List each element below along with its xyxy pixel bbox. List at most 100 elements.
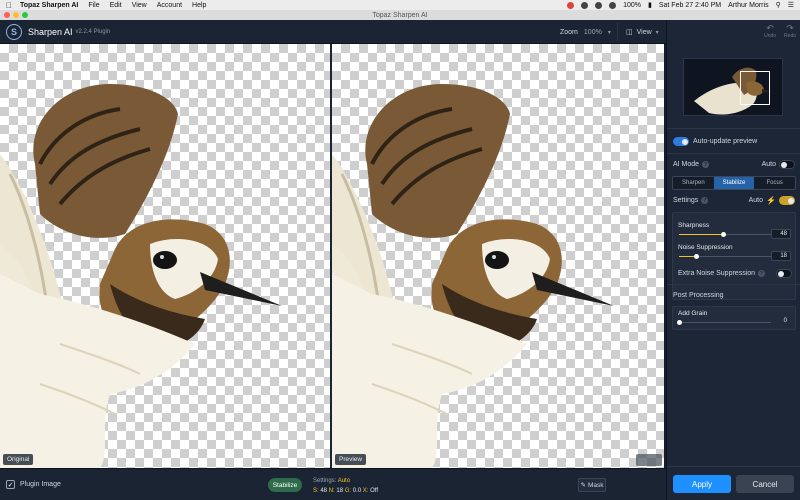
mode-badge: Stabilize [268, 478, 302, 492]
zoom-window-icon[interactable] [22, 12, 28, 18]
close-window-icon[interactable] [4, 12, 10, 18]
status-app-icon[interactable] [567, 1, 575, 9]
tab-focus[interactable]: Focus [754, 177, 795, 189]
cancel-button[interactable]: Cancel [736, 475, 794, 493]
menu-edit[interactable]: Edit [110, 2, 122, 9]
menu-app-name[interactable]: Topaz Sharpen AI [20, 2, 78, 9]
redo-button[interactable]: ↷ Redo [784, 23, 796, 40]
sharpness-label: Sharpness [678, 222, 710, 229]
divider [667, 466, 800, 467]
preview-label: Preview [335, 454, 367, 465]
ai-mode-label: AI Mode [673, 161, 700, 168]
noise-suppression-knob[interactable] [693, 254, 699, 259]
ai-mode-tabs: Sharpen Stabilize Focus [672, 176, 796, 190]
add-grain-knob[interactable] [677, 320, 682, 325]
menubar-datetime[interactable]: Sat Feb 27 2:40 PM [659, 2, 721, 9]
help-icon[interactable]: ? [702, 161, 710, 168]
auto-update-label: Auto-update preview [693, 138, 758, 145]
window-title: Topaz Sharpen AI [372, 11, 428, 19]
view-control[interactable]: ◫ View ▾ [626, 23, 659, 41]
view-label: View [636, 28, 652, 36]
menu-view[interactable]: View [132, 2, 147, 9]
mask-button[interactable]: ✎ Mask [578, 478, 606, 492]
compare-toggle[interactable] [636, 454, 662, 466]
zoom-value[interactable]: 100% [584, 29, 602, 36]
undo-button[interactable]: ↶ Undo [764, 24, 777, 40]
app-header: S Sharpen AI v2.2.4 Plugin Zoom 100% ▾ ◫… [0, 20, 666, 44]
help-icon[interactable]: ? [701, 197, 709, 204]
post-processing-row: Post Processing [673, 292, 795, 299]
status-wifi-icon[interactable] [609, 1, 617, 9]
battery-percent: 100% [623, 1, 641, 9]
menu-help[interactable]: Help [192, 2, 206, 9]
apple-icon[interactable]:  [6, 1, 12, 10]
status-sync-icon[interactable] [595, 1, 603, 9]
sharpness-knob[interactable] [721, 232, 727, 237]
app-version: v2.2.4 Plugin [75, 28, 111, 35]
divider [667, 284, 800, 285]
spotlight-icon[interactable]: ⚲ [776, 1, 781, 9]
ai-mode-auto-toggle[interactable] [779, 160, 795, 169]
add-grain-value[interactable]: 0 [784, 318, 787, 324]
apply-button[interactable]: Apply [673, 475, 731, 493]
noise-suppression-value[interactable]: 18 [771, 251, 791, 261]
sharpness-value[interactable]: 48 [771, 229, 791, 239]
settings-card: Sharpness 48 Noise Suppression 18 Extra … [672, 212, 796, 300]
settings-summary: Settings: Auto S: 48 N: 18 G: 0.0 X: Off [313, 476, 378, 496]
navigator-thumbnail[interactable] [683, 58, 783, 116]
extra-noise-toggle[interactable] [776, 269, 792, 278]
ai-mode-row: AI Mode ? Auto [673, 160, 795, 169]
s-label: S: [313, 488, 319, 494]
navigator-viewport[interactable] [740, 71, 770, 105]
window-titlebar: Topaz Sharpen AI [0, 10, 800, 20]
g-value: 0.0 [352, 488, 362, 494]
g-label: G: [344, 488, 352, 494]
control-center-icon[interactable]: ☰ [788, 1, 794, 9]
sharpness-fill [679, 234, 724, 235]
lightning-icon: ⚡ [766, 196, 776, 205]
preview-image-pane[interactable]: Preview [332, 44, 664, 468]
macos-menubar:  Topaz Sharpen AI File Edit View Accoun… [0, 0, 800, 10]
chevron-down-icon[interactable]: ▾ [656, 29, 659, 36]
zoom-label: Zoom [560, 28, 578, 36]
app-name: Sharpen AI [28, 26, 73, 37]
undo-label: Undo [764, 33, 777, 39]
settings-panel: ↶ Undo ↷ Redo Auto-update preview AI Mode … [666, 20, 800, 500]
original-image-pane[interactable]: Original [0, 44, 330, 468]
noise-suppression-slider[interactable] [679, 254, 771, 259]
plugin-image-checkbox[interactable]: ✓ [6, 480, 15, 489]
settings-row: Settings ? Auto ⚡ [673, 196, 795, 205]
settings-summary-label: Settings: [313, 478, 337, 484]
redo-icon: ↷ [786, 23, 794, 33]
post-processing-card: Add Grain 0 [672, 306, 796, 330]
menu-account[interactable]: Account [157, 2, 182, 9]
status-creative-cloud-icon[interactable] [581, 1, 589, 9]
extra-noise-label: Extra Noise Suppression [678, 270, 756, 277]
split-view-icon: ◫ [626, 29, 633, 36]
chevron-down-icon[interactable]: ▾ [608, 29, 611, 36]
battery-icon[interactable]: ▮ [648, 1, 652, 9]
settings-summary-value: Auto [337, 478, 351, 484]
original-bird-image [0, 82, 284, 468]
tab-stabilize[interactable]: Stabilize [713, 177, 755, 189]
settings-auto-label: Auto [748, 197, 764, 204]
menu-file[interactable]: File [88, 2, 99, 9]
add-grain-slider[interactable] [677, 320, 771, 325]
help-icon[interactable]: ? [758, 270, 766, 277]
settings-label: Settings [673, 197, 699, 204]
mask-button-label: Mask [587, 481, 604, 489]
tab-sharpen[interactable]: Sharpen [673, 177, 714, 189]
ai-mode-auto-label: Auto [761, 161, 776, 168]
sharpness-slider[interactable] [679, 232, 771, 237]
minimize-window-icon[interactable] [13, 12, 19, 18]
auto-update-toggle[interactable] [673, 137, 689, 146]
n-value: 18 [336, 488, 344, 494]
x-label: X: [362, 488, 369, 494]
auto-update-row: Auto-update preview [673, 137, 795, 146]
redo-label: Redo [784, 33, 796, 39]
menubar-user[interactable]: Arthur Morris [728, 2, 768, 9]
x-value: Off [370, 488, 379, 494]
zoom-control[interactable]: Zoom 100% ▾ [560, 23, 618, 41]
settings-auto-toggle[interactable] [779, 196, 795, 205]
plugin-image-label: Plugin Image [20, 481, 61, 488]
